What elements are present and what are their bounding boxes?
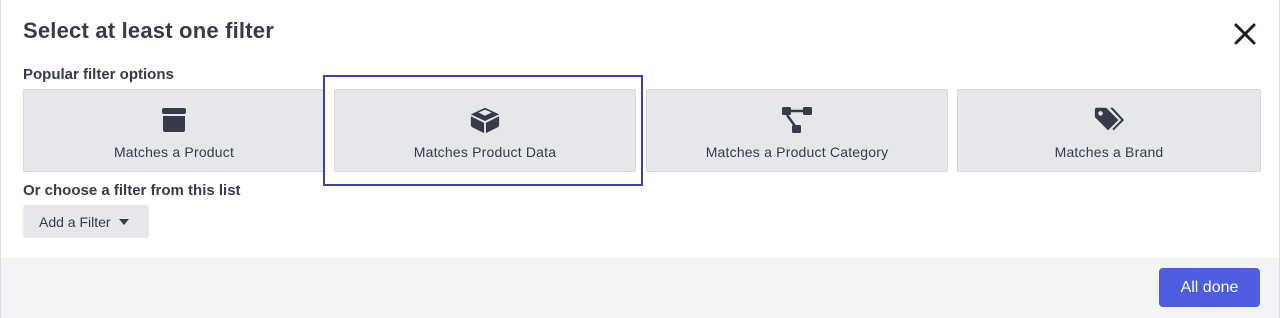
dialog-body: Select at least one filter Popular filte… [1,0,1279,258]
category-tree-icon [781,104,813,136]
option-matches-product-category[interactable]: Matches a Product Category [646,89,948,172]
close-icon [1234,23,1256,45]
add-filter-dropdown[interactable]: Add a Filter [23,205,149,238]
filter-dialog: Select at least one filter Popular filte… [0,0,1280,318]
option-label: Matches a Brand [1054,144,1164,160]
caret-down-icon [118,218,129,225]
option-matches-brand[interactable]: Matches a Brand [957,89,1261,172]
choose-filter-label: Or choose a filter from this list [23,182,241,199]
box-icon [158,104,190,136]
all-done-button[interactable]: All done [1159,268,1260,307]
add-filter-label: Add a Filter [39,213,111,230]
dialog-footer: All done [1,258,1279,318]
dialog-title: Select at least one filter [23,18,274,43]
popular-options-label: Popular filter options [23,66,174,83]
option-label: Matches Product Data [413,144,557,160]
option-label: Matches a Product [113,144,235,160]
option-matches-product-data[interactable]: Matches Product Data [334,89,636,172]
tags-icon [1093,104,1125,136]
close-button[interactable] [1229,18,1261,50]
option-label: Matches a Product Category [705,144,889,160]
open-box-icon [469,104,501,136]
option-matches-product[interactable]: Matches a Product [23,89,325,172]
